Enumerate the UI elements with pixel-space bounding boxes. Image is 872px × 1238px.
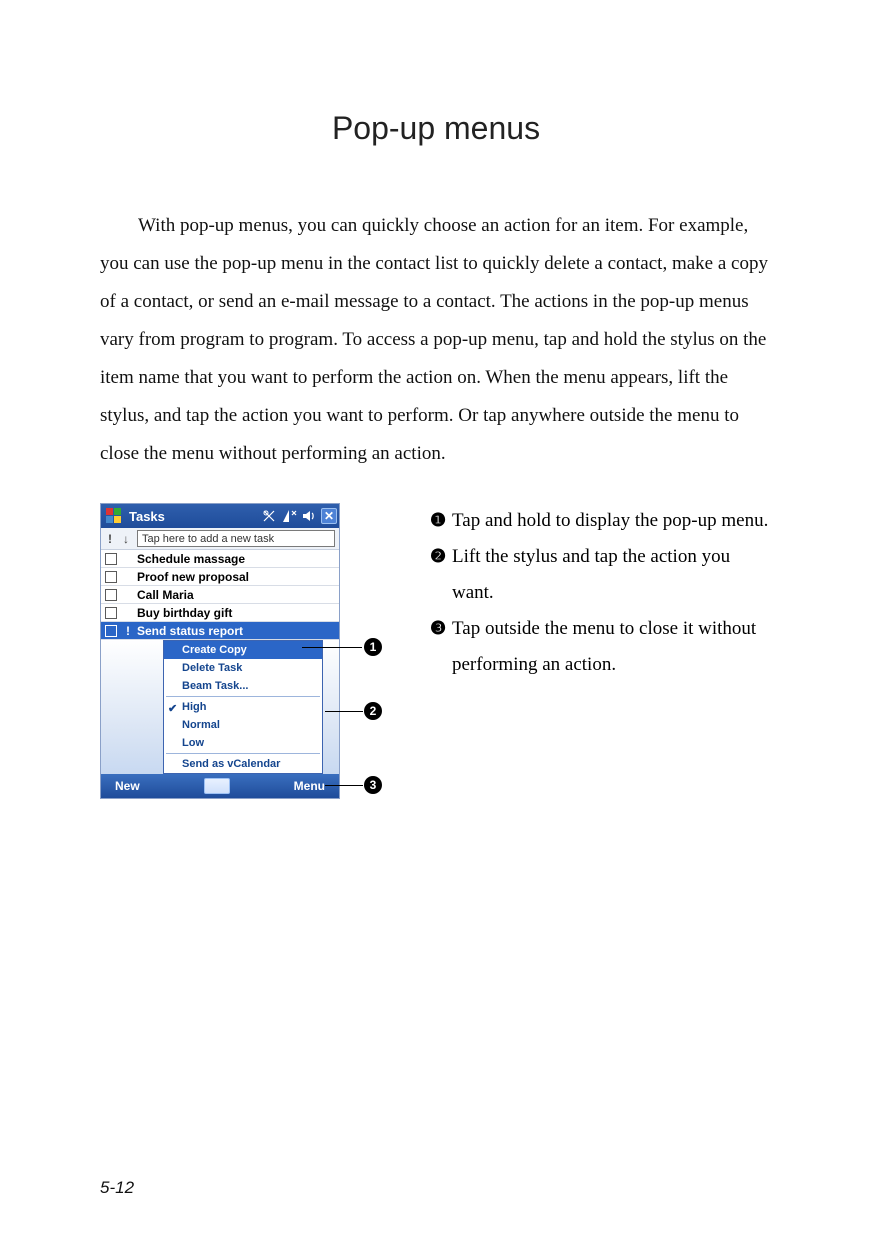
menu-item-label: High [182,701,206,713]
callout-line-1 [302,647,362,648]
menu-item-beam-task[interactable]: Beam Task... [164,677,322,695]
legend-text-2: Lift the stylus and tap the action you w… [452,539,772,611]
task-header-row: ! ↓ Tap here to add a new task [101,528,339,550]
signal-icon[interactable] [281,508,297,524]
content-area[interactable]: Create Copy Delete Task Beam Task... ✔Hi… [101,640,339,774]
checkbox-icon[interactable] [105,553,117,565]
legend-item: ❷ Lift the stylus and tap the action you… [430,539,772,611]
callout-bullet-2: 2 [364,702,382,720]
app-title: Tasks [129,509,261,524]
task-row[interactable]: Call Maria [101,586,339,604]
checkbox-icon[interactable] [105,589,117,601]
checkbox-icon[interactable] [105,607,117,619]
checkbox-icon[interactable] [105,625,117,637]
callout-bullet-1: 1 [364,638,382,656]
task-label: Schedule massage [137,552,245,566]
popup-menu: Create Copy Delete Task Beam Task... ✔Hi… [163,640,323,774]
legend-text-3: Tap outside the menu to close it without… [452,611,772,683]
start-flag-icon[interactable] [103,505,125,527]
priority-cell: ! [123,624,133,638]
menu-separator [166,753,320,754]
sort-down-icon[interactable]: ↓ [121,532,131,546]
page-title: Pop-up menus [100,110,772,147]
intro-paragraph: With pop-up menus, you can quickly choos… [100,207,772,473]
menu-item-send-vcalendar[interactable]: Send as vCalendar [164,755,322,773]
softkey-menu[interactable]: Menu [294,779,325,793]
callout-line-2 [325,711,363,712]
checkbox-icon[interactable] [105,571,117,583]
keyboard-icon[interactable] [204,778,230,794]
softkey-new[interactable]: New [115,779,140,793]
task-label: Buy birthday gift [137,606,232,620]
task-row[interactable]: Proof new proposal [101,568,339,586]
task-row[interactable]: Schedule massage [101,550,339,568]
task-label: Send status report [137,624,243,638]
priority-column-icon[interactable]: ! [105,532,115,546]
menu-item-delete-task[interactable]: Delete Task [164,659,322,677]
titlebar: Tasks ✕ [101,504,339,528]
figure-row: Tasks ✕ ! ↓ Tap here to add a new task S… [100,503,772,799]
callout-line-3 [325,785,363,786]
task-list: Schedule massage Proof new proposal Call… [101,550,339,640]
task-row[interactable]: Buy birthday gift [101,604,339,622]
menu-item-normal[interactable]: Normal [164,716,322,734]
device-screenshot: Tasks ✕ ! ↓ Tap here to add a new task S… [100,503,340,799]
menu-separator [166,696,320,697]
menu-item-high[interactable]: ✔High [164,698,322,716]
menu-item-low[interactable]: Low [164,734,322,752]
legend: ❶ Tap and hold to display the pop-up men… [400,503,772,683]
page-number: 5-12 [100,1178,134,1198]
task-row-selected[interactable]: ! Send status report [101,622,339,640]
legend-item: ❸ Tap outside the menu to close it witho… [430,611,772,683]
legend-number-3: ❸ [430,611,452,683]
callout-bullet-3: 3 [364,776,382,794]
legend-number-2: ❷ [430,539,452,611]
connectivity-icon[interactable] [261,508,277,524]
task-label: Proof new proposal [137,570,249,584]
add-task-input[interactable]: Tap here to add a new task [137,530,335,547]
legend-text-1: Tap and hold to display the pop-up menu. [452,503,772,539]
bottom-bar: New Menu [101,774,339,798]
legend-item: ❶ Tap and hold to display the pop-up men… [430,503,772,539]
legend-number-1: ❶ [430,503,452,539]
close-button[interactable]: ✕ [321,508,337,524]
task-label: Call Maria [137,588,194,602]
speaker-icon[interactable] [301,508,317,524]
system-tray: ✕ [261,508,339,524]
menu-item-create-copy[interactable]: Create Copy [164,641,322,659]
